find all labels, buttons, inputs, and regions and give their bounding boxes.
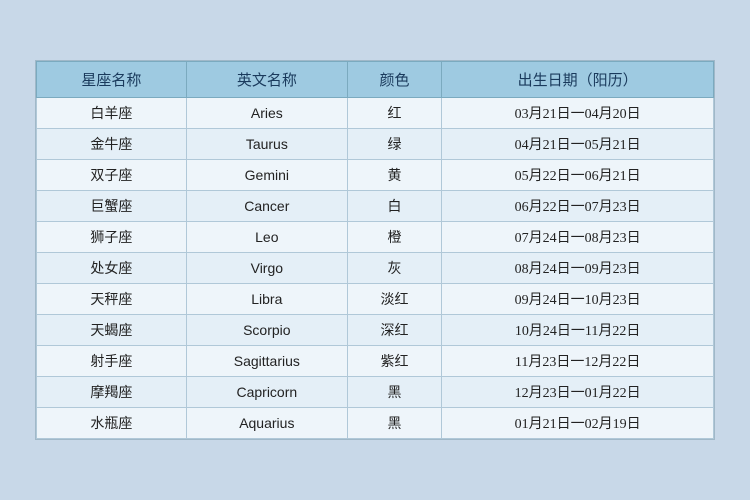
cell-color: 绿 — [347, 129, 441, 160]
cell-english-name: Cancer — [186, 191, 347, 222]
zodiac-table-container: 星座名称 英文名称 颜色 出生日期（阳历） 白羊座Aries红03月21日一04… — [35, 60, 715, 440]
cell-english-name: Leo — [186, 222, 347, 253]
cell-english-name: Gemini — [186, 160, 347, 191]
cell-color: 黄 — [347, 160, 441, 191]
cell-english-name: Taurus — [186, 129, 347, 160]
cell-chinese-name: 巨蟹座 — [37, 191, 187, 222]
header-dates: 出生日期（阳历） — [442, 62, 714, 98]
table-row: 天秤座Libra淡红09月24日一10月23日 — [37, 284, 714, 315]
cell-english-name: Capricorn — [186, 377, 347, 408]
table-header-row: 星座名称 英文名称 颜色 出生日期（阳历） — [37, 62, 714, 98]
cell-dates: 06月22日一07月23日 — [442, 191, 714, 222]
cell-english-name: Scorpio — [186, 315, 347, 346]
cell-english-name: Sagittarius — [186, 346, 347, 377]
cell-chinese-name: 摩羯座 — [37, 377, 187, 408]
header-english-name: 英文名称 — [186, 62, 347, 98]
cell-dates: 08月24日一09月23日 — [442, 253, 714, 284]
cell-color: 白 — [347, 191, 441, 222]
cell-dates: 05月22日一06月21日 — [442, 160, 714, 191]
table-row: 摩羯座Capricorn黑12月23日一01月22日 — [37, 377, 714, 408]
cell-dates: 11月23日一12月22日 — [442, 346, 714, 377]
cell-chinese-name: 水瓶座 — [37, 408, 187, 439]
table-row: 水瓶座Aquarius黑01月21日一02月19日 — [37, 408, 714, 439]
cell-color: 橙 — [347, 222, 441, 253]
cell-color: 深红 — [347, 315, 441, 346]
cell-dates: 07月24日一08月23日 — [442, 222, 714, 253]
cell-chinese-name: 天秤座 — [37, 284, 187, 315]
cell-english-name: Libra — [186, 284, 347, 315]
cell-english-name: Virgo — [186, 253, 347, 284]
cell-chinese-name: 狮子座 — [37, 222, 187, 253]
cell-dates: 10月24日一11月22日 — [442, 315, 714, 346]
table-row: 金牛座Taurus绿04月21日一05月21日 — [37, 129, 714, 160]
cell-color: 淡红 — [347, 284, 441, 315]
table-body: 白羊座Aries红03月21日一04月20日金牛座Taurus绿04月21日一0… — [37, 98, 714, 439]
cell-english-name: Aquarius — [186, 408, 347, 439]
table-row: 白羊座Aries红03月21日一04月20日 — [37, 98, 714, 129]
cell-color: 黑 — [347, 408, 441, 439]
cell-chinese-name: 处女座 — [37, 253, 187, 284]
table-row: 双子座Gemini黄05月22日一06月21日 — [37, 160, 714, 191]
cell-chinese-name: 射手座 — [37, 346, 187, 377]
cell-chinese-name: 双子座 — [37, 160, 187, 191]
header-color: 颜色 — [347, 62, 441, 98]
table-row: 狮子座Leo橙07月24日一08月23日 — [37, 222, 714, 253]
cell-color: 紫红 — [347, 346, 441, 377]
table-row: 天蝎座Scorpio深红10月24日一11月22日 — [37, 315, 714, 346]
cell-chinese-name: 金牛座 — [37, 129, 187, 160]
table-row: 巨蟹座Cancer白06月22日一07月23日 — [37, 191, 714, 222]
cell-color: 灰 — [347, 253, 441, 284]
table-row: 处女座Virgo灰08月24日一09月23日 — [37, 253, 714, 284]
cell-dates: 03月21日一04月20日 — [442, 98, 714, 129]
cell-color: 黑 — [347, 377, 441, 408]
cell-dates: 04月21日一05月21日 — [442, 129, 714, 160]
cell-english-name: Aries — [186, 98, 347, 129]
header-chinese-name: 星座名称 — [37, 62, 187, 98]
cell-chinese-name: 白羊座 — [37, 98, 187, 129]
cell-dates: 09月24日一10月23日 — [442, 284, 714, 315]
table-row: 射手座Sagittarius紫红11月23日一12月22日 — [37, 346, 714, 377]
zodiac-table: 星座名称 英文名称 颜色 出生日期（阳历） 白羊座Aries红03月21日一04… — [36, 61, 714, 439]
cell-dates: 12月23日一01月22日 — [442, 377, 714, 408]
cell-color: 红 — [347, 98, 441, 129]
cell-chinese-name: 天蝎座 — [37, 315, 187, 346]
cell-dates: 01月21日一02月19日 — [442, 408, 714, 439]
